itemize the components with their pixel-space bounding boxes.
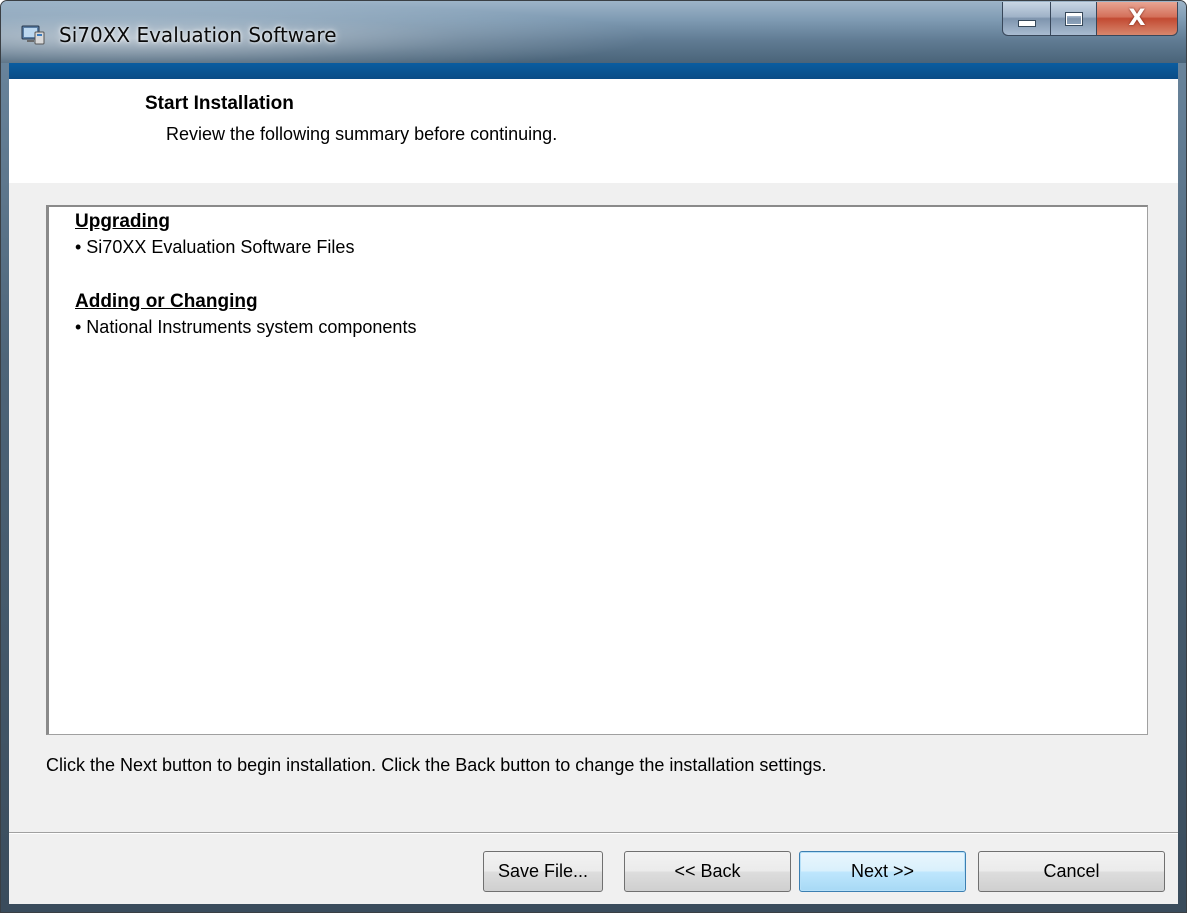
app-icon[interactable] (21, 24, 45, 46)
maximize-button[interactable] (1050, 2, 1096, 36)
minimize-button[interactable] (1002, 2, 1050, 36)
separator (9, 832, 1178, 834)
close-button[interactable]: X (1096, 2, 1178, 36)
maximize-icon (1064, 11, 1083, 26)
window-title: Si70XX Evaluation Software (59, 23, 337, 47)
cancel-button[interactable]: Cancel (978, 851, 1165, 892)
page-subtitle: Review the following summary before cont… (166, 124, 558, 144)
caption-buttons: X (1002, 2, 1178, 36)
section-title-adding-or-changing: Adding or Changing (75, 291, 258, 312)
page-title: Start Installation (145, 93, 294, 114)
installation-summary[interactable]: Upgrading • Si70XX Evaluation Software F… (46, 205, 1148, 735)
section-title-upgrading: Upgrading (75, 211, 170, 232)
close-icon: X (1128, 6, 1146, 31)
back-button[interactable]: << Back (624, 851, 791, 892)
accent-bar (9, 63, 1178, 79)
list-item: • Si70XX Evaluation Software Files (75, 237, 355, 257)
instruction-text: Click the Next button to begin installat… (46, 755, 827, 775)
next-button[interactable]: Next >> (799, 851, 966, 892)
save-file-button[interactable]: Save File... (483, 851, 603, 892)
title-bar[interactable]: Si70XX Evaluation Software X (1, 1, 1186, 63)
minimize-icon (1017, 20, 1036, 27)
list-item: • National Instruments system components (75, 317, 417, 337)
installer-window: Si70XX Evaluation Software X Start Insta… (0, 0, 1187, 913)
dialog-client-area: Start Installation Review the following … (9, 79, 1178, 904)
wizard-header: Start Installation Review the following … (9, 79, 1178, 183)
